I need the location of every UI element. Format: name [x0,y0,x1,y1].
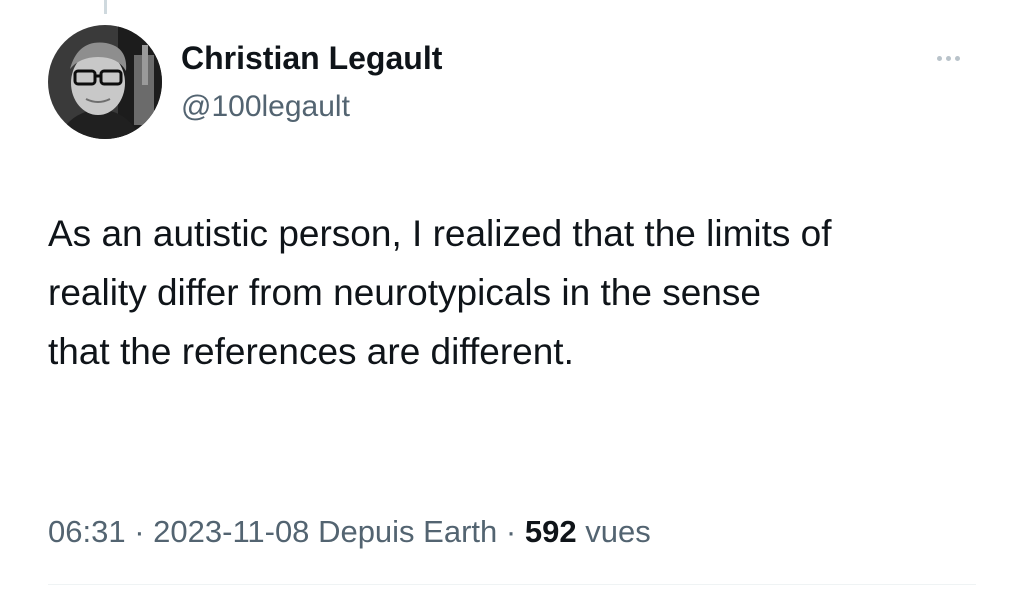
author-handle[interactable]: @100legault [181,90,350,124]
tweet-card: Christian Legault @100legault As an auti… [0,0,1024,598]
tweet-date[interactable]: 2023-11-08 [153,514,309,549]
views-count: 592 [524,514,577,549]
more-horizontal-icon [936,55,942,61]
tweet-text-line: that the references are different. [48,331,574,372]
thread-line [104,0,107,14]
meta-separator: · [505,514,517,549]
tweet-time[interactable]: 06:31 [48,514,126,549]
divider [48,584,976,585]
more-horizontal-icon-dot [954,55,960,61]
tweet-text-line: As an autistic person, I realized that t… [48,213,832,254]
meta-separator: · [134,514,145,549]
views-label: vues [585,514,651,549]
more-options-button[interactable] [928,44,968,72]
more-horizontal-icon-dot [945,55,951,61]
avatar-photo [48,25,162,139]
tweet-metadata: 06:31 · 2023-11-08 Depuis Earth · 592 vu… [48,514,651,550]
tweet-text-line: reality differ from neurotypicals in the… [48,272,761,313]
avatar[interactable] [48,25,162,139]
author-name[interactable]: Christian Legault [181,40,442,77]
tweet-source: Depuis Earth [318,514,498,549]
tweet-text: As an autistic person, I realized that t… [48,204,1008,381]
